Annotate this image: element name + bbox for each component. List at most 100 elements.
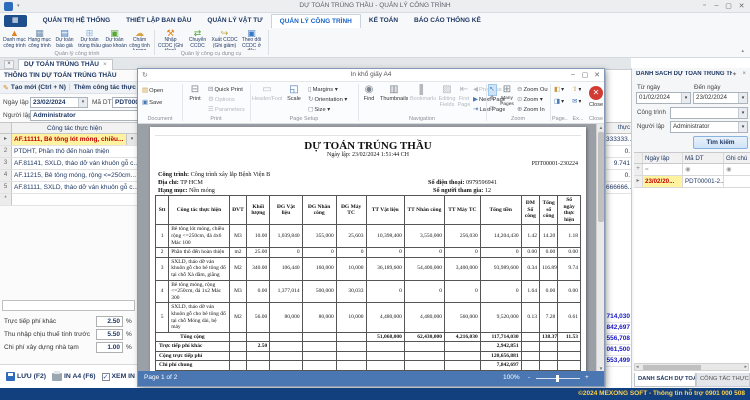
dialog-maximize-icon[interactable]: ▢: [580, 71, 590, 79]
ribbon-button[interactable]: ☁ Chấm công tính lương: [127, 28, 152, 50]
add-task-button[interactable]: Thêm công tác thực hiện: [74, 84, 137, 91]
filter-abc-icon[interactable]: ◉: [683, 164, 724, 175]
window-close-icon[interactable]: ✕: [736, 2, 747, 10]
ribbon-button[interactable]: ⚒ Nhập CCDC (Ghi tăng): [157, 28, 184, 50]
nguoi-lap-field[interactable]: Administrator: [30, 110, 142, 121]
orientation-button[interactable]: ↻Orientation ▾: [308, 95, 354, 105]
thumbnails-button[interactable]: ▥ Thumbnails: [380, 84, 408, 102]
chevron-down-icon[interactable]: ▾: [738, 108, 747, 118]
print-a4-button[interactable]: IN A4 (F6): [52, 373, 95, 381]
nguoi-lap-field[interactable]: Administrator ▾: [670, 121, 748, 133]
email-button[interactable]: ✉▾: [572, 97, 581, 107]
window-minimize-icon[interactable]: –: [711, 2, 722, 9]
percent-input[interactable]: 1.00: [96, 342, 123, 353]
print-button[interactable]: ⊟ Print: [184, 84, 206, 102]
find-button[interactable]: ◉ Find: [360, 84, 378, 102]
ribbon-button[interactable]: ▤ Dự toán báo giá: [52, 28, 77, 50]
quick-print-button[interactable]: ⊟Quick Print: [208, 85, 248, 95]
scale-button[interactable]: ◱ Scale: [284, 84, 304, 102]
panel-close-icon[interactable]: ×: [742, 71, 746, 77]
tab-strip-close-icon[interactable]: ×: [4, 60, 14, 69]
search-button[interactable]: Tìm kiếm: [693, 136, 748, 149]
scroll-up-icon[interactable]: ▲: [597, 125, 605, 130]
preview-checkbox[interactable]: ✓ XEM IN: [102, 373, 135, 381]
bookmarks-button[interactable]: ▌ Bookmarks: [410, 84, 436, 102]
ribbon-tab-active[interactable]: QUẢN LÝ CÔNG TRÌNH: [271, 14, 361, 28]
ribbon-button[interactable]: ⊞ Dự toán trúng thầu: [77, 28, 102, 50]
hand-tool-button[interactable]: ❖: [488, 94, 497, 104]
chevron-down-icon[interactable]: ▾: [738, 122, 747, 132]
document-tab-active[interactable]: DỰ TOÁN TRÚNG THẦU×: [18, 59, 113, 70]
margins-button[interactable]: ▯Margins ▾: [308, 85, 354, 95]
editing-fields-button[interactable]: ▨ Editing Fields: [438, 84, 456, 108]
ribbon-tab[interactable]: QUẢN TRỊ HỆ THỐNG: [35, 14, 119, 28]
task-row-new[interactable]: *: [0, 194, 137, 206]
scroll-left-icon[interactable]: ◂: [636, 364, 639, 371]
window-maximize-icon[interactable]: ▢: [723, 2, 734, 10]
ribbon-tab[interactable]: THIẾT LẬP BAN ĐẦU: [118, 14, 199, 28]
den-ngay-field[interactable]: 23/02/2024 ▾: [693, 92, 748, 104]
pin-icon[interactable]: ✦: [732, 71, 737, 78]
tab-close-icon[interactable]: ×: [103, 61, 107, 68]
page-color-button[interactable]: ◧▾: [554, 85, 564, 95]
new-button[interactable]: Tạo mới (Ctrl + N): [11, 84, 66, 91]
ribbon-tab[interactable]: QUẢN LÝ VẬT TƯ: [199, 14, 270, 28]
parameters-button[interactable]: ☰Parameters: [208, 105, 248, 115]
ngay-lap-field[interactable]: 23/02/2024 ▾: [30, 97, 88, 108]
filter-equals-icon[interactable]: =: [643, 164, 683, 175]
app-menu-button[interactable]: ▦: [4, 15, 27, 27]
ribbon-button[interactable]: ⇄ Chuyển CCDC: [184, 28, 211, 50]
chevron-down-icon[interactable]: ▾: [78, 98, 87, 107]
scroll-right-icon[interactable]: ▸: [744, 364, 747, 371]
first-page-button[interactable]: ⇤ First Page: [456, 84, 472, 108]
col-ghi-chu[interactable]: Ghi chú: [724, 153, 750, 163]
dialog-minimize-icon[interactable]: –: [568, 71, 578, 78]
tab-danh-sach-du-toan[interactable]: DANH SÁCH DỰ TOÁN ...: [634, 373, 696, 387]
tu-ngay-field[interactable]: 01/02/2024 ▾: [636, 92, 691, 104]
combo-dropdown-icon[interactable]: ▾: [126, 134, 137, 145]
filter-abc-icon[interactable]: ◉: [724, 164, 750, 175]
ribbon-button[interactable]: ▣ Theo dõi CCDC ở đâu: [238, 28, 265, 50]
chevron-down-icon[interactable]: ▾: [681, 93, 690, 103]
magnifier-button[interactable]: ⊙: [488, 104, 497, 114]
ribbon-button[interactable]: ▣ Dự toán giao khoán: [102, 28, 127, 50]
zoom-button[interactable]: ⊙Zoom ▾: [517, 95, 548, 105]
ribbon-tab[interactable]: BÁO CÁO THỐNG KÊ: [406, 14, 489, 28]
chevron-down-icon[interactable]: ▾: [738, 93, 747, 103]
preview-surface[interactable]: DỰ TOÁN TRÚNG THẦU Ngày lập: 23/02/2024 …: [138, 124, 596, 372]
header-footer-button[interactable]: ▭ Header/Footer: [252, 84, 282, 102]
col-ma-dt[interactable]: Mã DT: [683, 153, 724, 163]
zoom-plus-button[interactable]: +: [585, 374, 589, 381]
ribbon-button[interactable]: ↪ Xuất CCDC (Ghi giảm): [211, 28, 238, 50]
zoom-slider-thumb[interactable]: [556, 375, 559, 382]
ribbon-tab[interactable]: KẾ TOÁN: [361, 14, 406, 28]
options-button[interactable]: ⚙Options: [208, 95, 248, 105]
window-style-icon[interactable]: ▫: [699, 2, 710, 9]
horizontal-scrollbar[interactable]: ◂ ▸: [634, 363, 749, 371]
scrollbar-thumb[interactable]: [643, 365, 701, 370]
open-button[interactable]: ▤Open: [142, 86, 163, 96]
task-row[interactable]: 4 AF.11215, Bê tông móng, rộng <=250cm..…: [0, 170, 137, 182]
export-button[interactable]: ⇧▾: [572, 85, 581, 95]
dialog-close-icon[interactable]: ✕: [592, 71, 602, 79]
task-row-selected[interactable]: ▸ AF.11111, Bê tông lót móng, chiều... ▾: [0, 134, 137, 146]
size-button[interactable]: ◻Size ▾: [308, 105, 354, 115]
percent-input[interactable]: 5.50: [96, 329, 123, 340]
task-row[interactable]: 5 AF.81111, SXLD, tháo dỡ ván khuôn gỗ c…: [0, 182, 137, 194]
watermark-button[interactable]: ◨▾: [554, 97, 564, 107]
scrollbar-thumb[interactable]: [598, 132, 604, 222]
many-pages-button[interactable]: ⊞ Many Pages: [499, 84, 515, 108]
percent-input[interactable]: 2.50: [96, 316, 123, 327]
notes-field[interactable]: [2, 300, 135, 311]
zoom-out-button[interactable]: ⊖Zoom Out: [517, 85, 548, 95]
preview-vertical-scrollbar[interactable]: ▲ ▼: [596, 124, 604, 372]
task-row[interactable]: 3 AF.81141, SXLD, tháo dỡ ván khuôn gỗ c…: [0, 158, 137, 170]
estimate-list-row[interactable]: ▸ 23/02/20... PDT00001-2...: [634, 176, 750, 188]
zoom-in-button[interactable]: ⊕Zoom In: [517, 105, 548, 115]
close-preview-button[interactable]: ✕ Close: [587, 86, 605, 108]
ribbon-button[interactable]: ▦ Hạng mục công trình: [27, 28, 52, 50]
save-button[interactable]: ▣Save: [142, 98, 162, 108]
filter-row[interactable]: + = ◉ ◉: [634, 164, 750, 176]
task-row[interactable]: 2 PTDHT, Phần thô đến hoàn thiện: [0, 146, 137, 158]
col-ngay-lap[interactable]: Ngày lập: [643, 153, 683, 163]
